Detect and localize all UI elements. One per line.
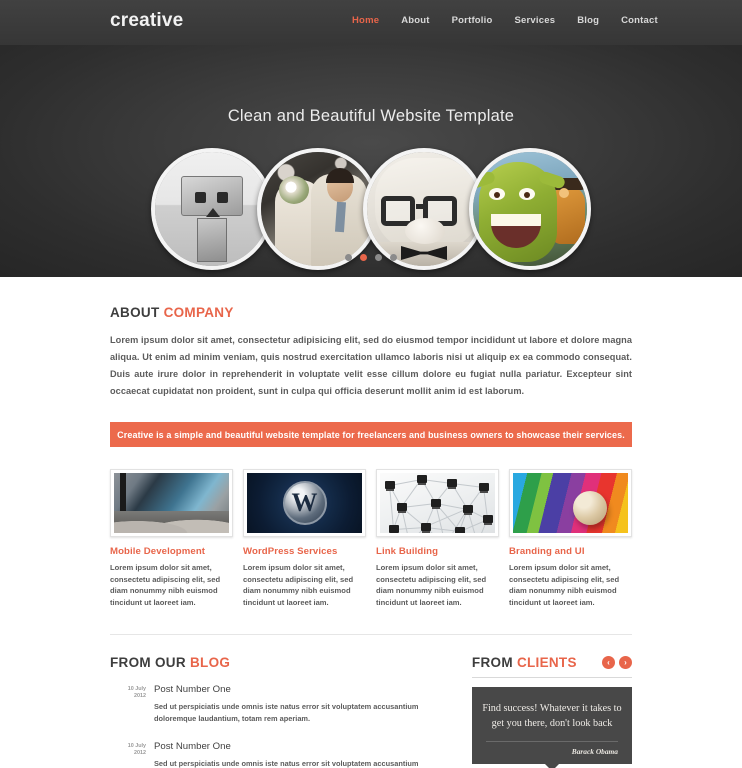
service-thumbnail-tablet[interactable] — [110, 469, 233, 537]
tagline-banner-text: Creative is a simple and beautiful websi… — [117, 429, 625, 440]
service-card-mobile-development[interactable]: Mobile Development Lorem ipsum dolor sit… — [110, 469, 233, 608]
about-heading-main: ABOUT — [110, 305, 160, 320]
nav-item-portfolio[interactable]: Portfolio — [452, 15, 493, 26]
main-content: ABOUT COMPANY Lorem ipsum dolor sit amet… — [0, 277, 742, 768]
slider-dot-1[interactable] — [345, 254, 352, 261]
nav-item-contact[interactable]: Contact — [621, 15, 658, 26]
blog-post-year: 2012 — [134, 750, 146, 756]
service-title[interactable]: Mobile Development — [110, 546, 233, 557]
section-divider — [110, 634, 632, 635]
hero-image-danbo-robot[interactable] — [151, 148, 273, 270]
blog-heading-accent: BLOG — [189, 655, 231, 670]
blog-post-day-month: 10 July — [127, 686, 146, 692]
page-root: creative Home About Portfolio Services B… — [0, 0, 742, 768]
about-section: ABOUT COMPANY Lorem ipsum dolor sit amet… — [110, 277, 632, 400]
blog-post-body: Post Number One Sed ut perspiciatis unde… — [154, 741, 434, 768]
blog-post-item[interactable]: 10 July 2012 Post Number One Sed ut pers… — [110, 684, 448, 725]
blog-section: FROM OUR BLOG 10 July 2012 Post Number O… — [110, 655, 448, 768]
testimonial-quote: Find success! Whatever it takes to get y… — [482, 703, 622, 729]
slider-dot-2[interactable] — [360, 254, 367, 261]
blog-post-excerpt: Sed ut perspiciatis unde omnis iste natu… — [154, 702, 419, 723]
site-logo[interactable]: creative — [110, 10, 183, 32]
service-thumbnail-wordpress[interactable]: W — [243, 469, 366, 537]
hero-image-shrek[interactable] — [469, 148, 591, 270]
clients-heading: FROM CLIENTS — [472, 655, 577, 670]
testimonial-card: Find success! Whatever it takes to get y… — [471, 687, 632, 768]
tagline-banner: Creative is a simple and beautiful websi… — [110, 422, 632, 447]
blog-post-item[interactable]: 10 July 2012 Post Number One Sed ut pers… — [110, 741, 448, 768]
slider-pagination-dots — [0, 254, 742, 261]
blog-heading: FROM OUR BLOG — [110, 655, 448, 670]
service-text: Lorem ipsum dolor sit amet, consectetu a… — [243, 563, 354, 607]
blog-post-day-month: 10 July — [127, 743, 146, 749]
service-thumbnail-network[interactable] — [376, 469, 499, 537]
blog-post-title[interactable]: Post Number One — [154, 684, 434, 695]
blog-post-year: 2012 — [134, 693, 146, 699]
site-header: creative Home About Portfolio Services B… — [0, 0, 742, 45]
slider-dot-3[interactable] — [375, 254, 382, 261]
nav-item-home[interactable]: Home — [352, 15, 379, 26]
testimonial-author: Barack Obama — [571, 747, 618, 756]
clients-section: FROM CLIENTS ‹ › Find success! Whatever … — [471, 655, 632, 768]
hero-title: Clean and Beautiful Website Template — [227, 107, 515, 125]
service-title[interactable]: WordPress Services — [243, 546, 366, 557]
blog-post-excerpt: Sed ut perspiciatis unde omnis iste natu… — [154, 759, 419, 768]
blog-post-date: 10 July 2012 — [110, 684, 154, 725]
testimonial-nav: ‹ › — [602, 656, 632, 669]
hero-image-wedding-couple[interactable] — [257, 148, 379, 270]
hero-circle-gallery — [0, 148, 742, 270]
service-text: Lorem ipsum dolor sit amet, consectetu a… — [376, 563, 487, 607]
hero-image-up-carl[interactable] — [363, 148, 485, 270]
service-card-wordpress-services[interactable]: W WordPress Services Lorem ipsum dolor s… — [243, 469, 366, 608]
about-paragraph: Lorem ipsum dolor sit amet, consectetur … — [110, 335, 632, 396]
services-grid: Mobile Development Lorem ipsum dolor sit… — [110, 469, 632, 608]
service-title[interactable]: Link Building — [376, 546, 499, 557]
clients-heading-main: FROM — [471, 655, 513, 670]
blog-post-title[interactable]: Post Number One — [154, 741, 434, 752]
blog-heading-main: FROM OUR — [110, 655, 186, 670]
service-text: Lorem ipsum dolor sit amet, consectetu a… — [110, 563, 221, 607]
service-card-link-building[interactable]: Link Building Lorem ipsum dolor sit amet… — [376, 469, 499, 608]
wordpress-logo-icon: W — [282, 481, 327, 525]
main-navigation: Home About Portfolio Services Blog Conta… — [352, 15, 658, 26]
prev-arrow-icon[interactable]: ‹ — [602, 656, 615, 669]
service-text: Lorem ipsum dolor sit amet, consectetu a… — [509, 563, 620, 607]
testimonial-divider — [485, 741, 618, 742]
hero-slider: Clean and Beautiful Website Template — [0, 45, 742, 277]
clients-rule — [471, 677, 632, 678]
clients-header: FROM CLIENTS ‹ › — [472, 655, 632, 670]
about-heading: ABOUT COMPANY — [110, 305, 632, 320]
service-title[interactable]: Branding and UI — [509, 546, 632, 557]
clients-heading-accent: CLIENTS — [516, 655, 577, 670]
about-heading-accent: COMPANY — [163, 305, 234, 320]
slider-dot-4[interactable] — [390, 254, 397, 261]
service-card-branding-and-ui[interactable]: Branding and UI Lorem ipsum dolor sit am… — [509, 469, 632, 608]
lower-section: FROM OUR BLOG 10 July 2012 Post Number O… — [110, 655, 632, 768]
nav-item-services[interactable]: Services — [515, 15, 556, 26]
blog-post-date: 10 July 2012 — [110, 741, 154, 768]
nav-item-blog[interactable]: Blog — [577, 15, 599, 26]
nav-item-about[interactable]: About — [401, 15, 429, 26]
service-thumbnail-sphere[interactable] — [509, 469, 632, 537]
blog-post-body: Post Number One Sed ut perspiciatis unde… — [154, 684, 434, 725]
next-arrow-icon[interactable]: › — [619, 656, 632, 669]
